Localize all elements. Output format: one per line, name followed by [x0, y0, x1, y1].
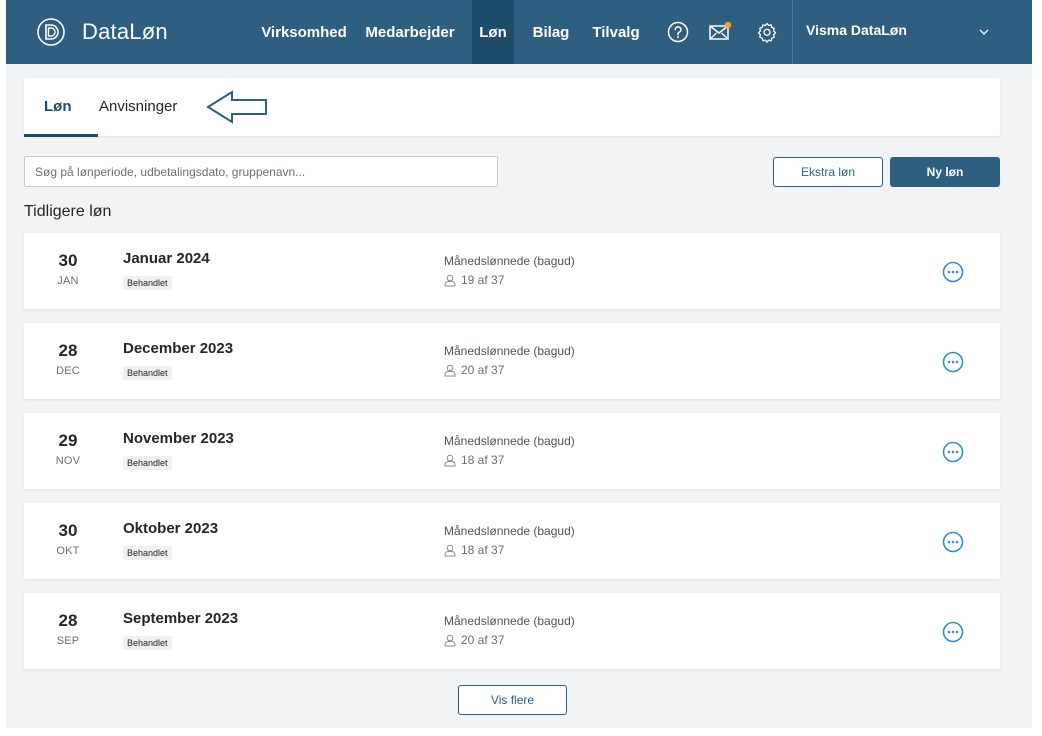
employee-count: 20 af 37 — [444, 362, 504, 378]
payroll-card[interactable]: 30 OKT Oktober 2023 Behandlet Månedslønn… — [24, 503, 1000, 579]
help-icon[interactable] — [666, 20, 690, 44]
payroll-card[interactable]: 30 JAN Januar 2024 Behandlet Månedslønne… — [24, 233, 1000, 309]
employee-count: 18 af 37 — [444, 452, 504, 468]
search-input[interactable] — [24, 156, 498, 187]
show-more-button[interactable]: Vis flere — [458, 685, 567, 715]
status-badge: Behandlet — [123, 366, 172, 380]
payroll-card[interactable]: 28 DEC December 2023 Behandlet Månedsløn… — [24, 323, 1000, 399]
payroll-card[interactable]: 29 NOV November 2023 Behandlet Månedsløn… — [24, 413, 1000, 489]
employee-count-text: 20 af 37 — [461, 363, 505, 377]
pay-period: Januar 2024 — [123, 250, 210, 267]
extra-pay-button[interactable]: Ekstra løn — [773, 157, 883, 187]
employee-group: Månedslønnede (bagud) — [444, 524, 575, 538]
employee-count-text: 18 af 37 — [461, 543, 505, 557]
pay-month: SEP — [56, 635, 80, 647]
nav-item-virksomhed[interactable]: Virksomhed — [258, 0, 350, 64]
app-window: DataLøn Virksomhed Medarbejder Løn Bilag… — [6, 0, 1032, 728]
pay-day: 29 — [58, 431, 78, 450]
employee-count: 18 af 37 — [444, 542, 504, 558]
pay-day: 28 — [58, 341, 78, 360]
employee-group: Månedslønnede (bagud) — [444, 254, 575, 268]
pay-day: 28 — [58, 611, 78, 630]
person-icon — [444, 634, 456, 646]
employee-count: 19 af 37 — [444, 272, 504, 288]
more-options-icon[interactable] — [942, 531, 964, 553]
tab-loen[interactable]: Løn — [44, 98, 72, 115]
status-badge: Behandlet — [123, 636, 172, 650]
nav-item-loen[interactable]: Løn — [472, 0, 514, 64]
person-icon — [444, 274, 456, 286]
chevron-down-icon — [979, 29, 989, 35]
annotation-arrow-icon — [206, 90, 267, 124]
employee-count: 20 af 37 — [444, 632, 504, 648]
person-icon — [444, 364, 456, 376]
employee-count-text: 19 af 37 — [461, 273, 505, 287]
pay-period: Oktober 2023 — [123, 520, 219, 537]
new-pay-button[interactable]: Ny løn — [890, 157, 1000, 187]
person-icon — [444, 454, 456, 466]
nav-divider — [792, 0, 793, 64]
pay-month: OKT — [56, 545, 80, 557]
nav-item-bilag[interactable]: Bilag — [528, 0, 574, 64]
brand-name: DataLøn — [82, 19, 168, 44]
brand[interactable]: DataLøn — [36, 14, 168, 50]
pay-day: 30 — [58, 251, 78, 270]
pay-month: DEC — [56, 365, 80, 377]
pay-period: December 2023 — [123, 340, 234, 357]
person-icon — [444, 544, 456, 556]
tabs-bar: Løn Anvisninger — [24, 78, 1000, 137]
company-name: Visma DataLøn — [806, 22, 907, 38]
pay-period: November 2023 — [123, 430, 234, 447]
employee-count-text: 18 af 37 — [461, 453, 505, 467]
employee-count-text: 20 af 37 — [461, 633, 505, 647]
more-options-icon[interactable] — [942, 261, 964, 283]
active-tab-indicator — [24, 134, 98, 137]
pay-month: NOV — [55, 455, 81, 467]
dataloen-logo-icon — [37, 18, 65, 46]
pay-day: 30 — [58, 521, 78, 540]
pay-period: September 2023 — [123, 610, 239, 627]
top-navigation-bar: DataLøn Virksomhed Medarbejder Løn Bilag… — [6, 0, 1032, 64]
status-badge: Behandlet — [123, 276, 172, 290]
more-options-icon[interactable] — [942, 441, 964, 463]
tab-anvisninger[interactable]: Anvisninger — [99, 98, 177, 115]
status-badge: Behandlet — [123, 456, 172, 470]
mail-icon[interactable] — [708, 20, 732, 44]
company-switcher[interactable]: Visma DataLøn — [806, 0, 1026, 64]
more-options-icon[interactable] — [942, 621, 964, 643]
nav-item-medarbejder[interactable]: Medarbejder — [358, 0, 462, 64]
more-options-icon[interactable] — [942, 351, 964, 373]
pay-month: JAN — [57, 275, 79, 287]
employee-group: Månedslønnede (bagud) — [444, 614, 575, 628]
payroll-card[interactable]: 28 SEP September 2023 Behandlet Månedslø… — [24, 593, 1000, 669]
status-badge: Behandlet — [123, 546, 172, 560]
employee-group: Månedslønnede (bagud) — [444, 344, 575, 358]
employee-group: Månedslønnede (bagud) — [444, 434, 575, 448]
notification-dot — [724, 21, 732, 29]
nav-item-tilvalg[interactable]: Tilvalg — [588, 0, 644, 64]
section-title: Tidligere løn — [24, 203, 112, 220]
settings-icon[interactable] — [755, 20, 779, 44]
